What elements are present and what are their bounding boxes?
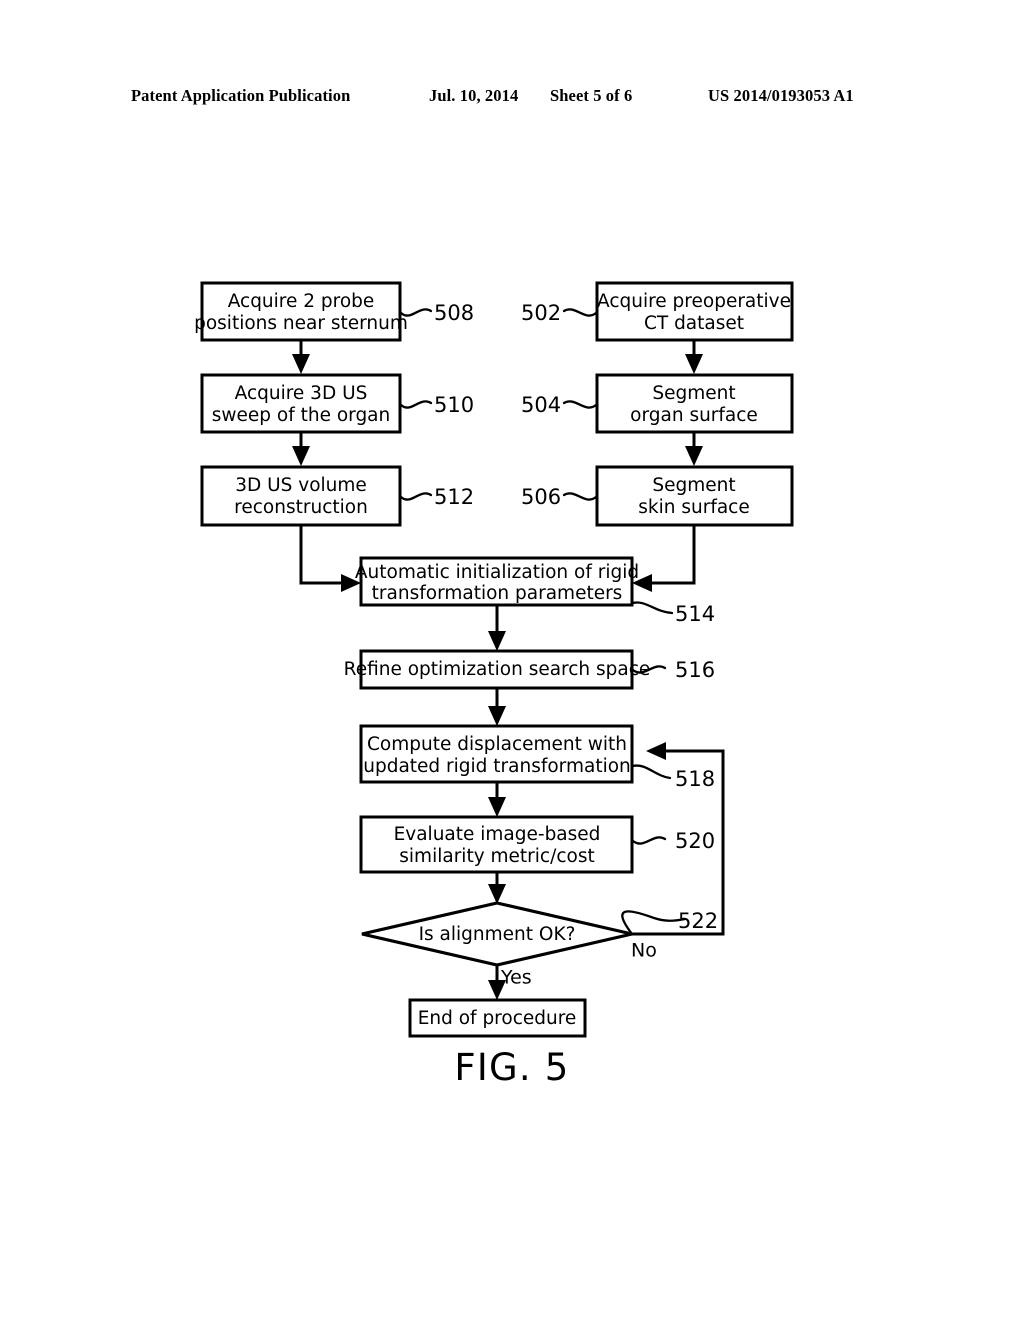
process-box-502: Acquire preoperative CT dataset bbox=[595, 281, 794, 342]
figure-caption-label: FIG. 5 bbox=[454, 1046, 570, 1089]
reference-number-514: 514 bbox=[675, 602, 715, 626]
reference-number-502: 502 bbox=[521, 301, 561, 325]
edge-label-no: No bbox=[631, 940, 657, 962]
box-510-line2: sweep of the organ bbox=[212, 405, 391, 426]
reference-leader-520: 520 bbox=[631, 829, 715, 853]
box-522-line1: Is alignment OK? bbox=[419, 924, 576, 945]
patent-page: Patent Application Publication Jul. 10, … bbox=[0, 0, 1024, 1320]
box-514-line2: transformation parameters bbox=[372, 583, 623, 604]
connector-514-to-516 bbox=[488, 605, 506, 651]
reference-leader-514: 514 bbox=[631, 601, 715, 626]
box-520-line2: similarity metric/cost bbox=[399, 846, 594, 867]
figure-caption: FIG. 5 bbox=[0, 1046, 1024, 1089]
reference-leader-510: 510 bbox=[399, 393, 474, 417]
connector-518-to-520 bbox=[488, 782, 506, 817]
box-508-line1: Acquire 2 probe bbox=[228, 291, 375, 312]
box-506-line2: skin surface bbox=[638, 497, 749, 518]
box-512-line1: 3D US volume bbox=[235, 475, 367, 496]
reference-leader-506: 506 bbox=[521, 485, 598, 509]
connector-506-to-514 bbox=[632, 525, 696, 592]
terminator-box-end: End of procedure bbox=[408, 998, 587, 1038]
connector-502-to-504 bbox=[685, 340, 703, 374]
reference-leader-504: 504 bbox=[521, 393, 598, 417]
process-box-508: Acquire 2 probe positions near sternum bbox=[194, 281, 408, 342]
reference-leader-518: 518 bbox=[631, 764, 715, 791]
reference-number-506: 506 bbox=[521, 485, 561, 509]
box-508-line2: positions near sternum bbox=[194, 313, 408, 334]
process-box-506: Segment skin surface bbox=[595, 465, 794, 527]
reference-number-518: 518 bbox=[675, 767, 715, 791]
process-box-518: Compute displacement with updated rigid … bbox=[359, 724, 634, 784]
flowchart-figure-5: Acquire 2 probe positions near sternum A… bbox=[194, 281, 794, 1038]
reference-leader-502: 502 bbox=[521, 301, 598, 325]
box-504-line2: organ surface bbox=[630, 405, 758, 426]
reference-leader-522: 522 bbox=[621, 909, 718, 936]
connector-516-to-518 bbox=[488, 688, 506, 726]
box-502-line2: CT dataset bbox=[644, 313, 744, 334]
reference-number-512: 512 bbox=[434, 485, 474, 509]
connector-520-to-522 bbox=[488, 872, 506, 904]
reference-number-522: 522 bbox=[678, 909, 718, 933]
box-518-line2: updated rigid transformation bbox=[363, 756, 631, 777]
reference-number-508: 508 bbox=[434, 301, 474, 325]
process-box-520: Evaluate image-based similarity metric/c… bbox=[359, 815, 634, 874]
reference-number-510: 510 bbox=[434, 393, 474, 417]
reference-number-504: 504 bbox=[521, 393, 561, 417]
process-box-504: Segment organ surface bbox=[595, 373, 794, 434]
box-518-line1: Compute displacement with bbox=[367, 734, 627, 755]
connector-508-to-510 bbox=[292, 340, 310, 374]
box-end-line1: End of procedure bbox=[418, 1008, 577, 1029]
box-514-line1: Automatic initialization of rigid bbox=[355, 562, 639, 583]
reference-leader-508: 508 bbox=[399, 301, 474, 325]
connector-512-to-514 bbox=[299, 525, 361, 592]
process-box-512: 3D US volume reconstruction bbox=[200, 465, 402, 527]
box-510-line1: Acquire 3D US bbox=[235, 383, 368, 404]
box-516-line1: Refine optimization search space bbox=[344, 659, 651, 680]
connector-504-to-506 bbox=[685, 432, 703, 466]
reference-leader-512: 512 bbox=[399, 485, 474, 509]
box-506-line1: Segment bbox=[652, 475, 735, 496]
connector-510-to-512 bbox=[292, 432, 310, 466]
process-box-510: Acquire 3D US sweep of the organ bbox=[200, 373, 402, 434]
process-box-514: Automatic initialization of rigid transf… bbox=[355, 556, 639, 607]
box-512-line2: reconstruction bbox=[234, 497, 368, 518]
box-520-line1: Evaluate image-based bbox=[394, 824, 601, 845]
box-502-line1: Acquire preoperative bbox=[597, 291, 791, 312]
reference-number-520: 520 bbox=[675, 829, 715, 853]
decision-diamond-522: Is alignment OK? bbox=[361, 901, 633, 967]
reference-number-516: 516 bbox=[675, 658, 715, 682]
box-504-line1: Segment bbox=[652, 383, 735, 404]
process-box-516: Refine optimization search space bbox=[344, 649, 651, 690]
edge-label-yes: Yes bbox=[500, 967, 532, 989]
